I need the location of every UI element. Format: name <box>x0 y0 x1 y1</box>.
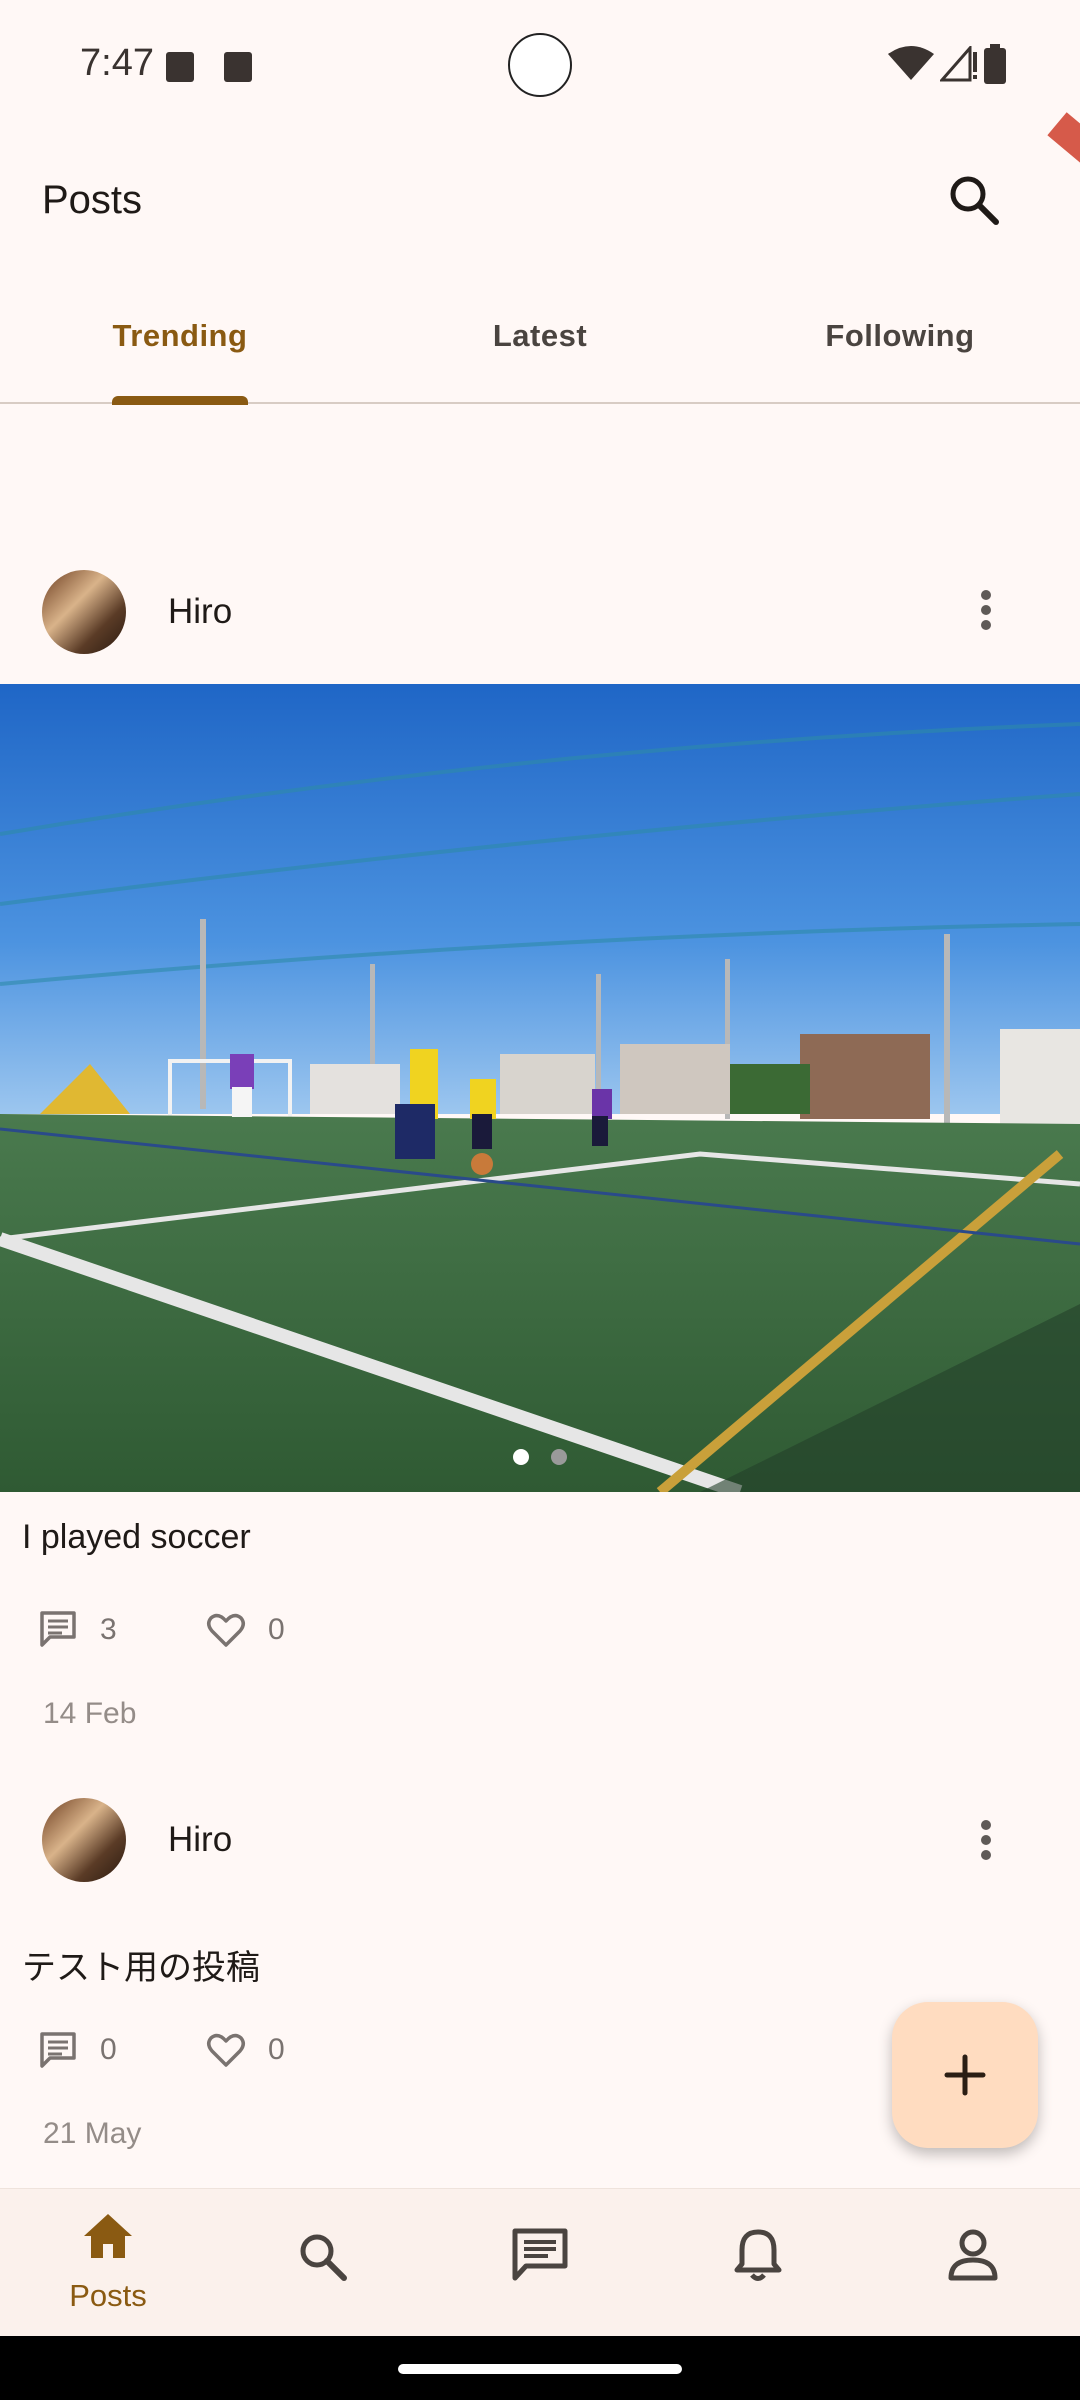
add-icon <box>944 2054 986 2096</box>
wifi-icon <box>888 46 934 80</box>
soccer-field-photo <box>0 684 1080 1492</box>
home-icon[interactable] <box>82 2212 134 2260</box>
post-image[interactable] <box>0 684 1080 1492</box>
avatar[interactable] <box>42 570 126 654</box>
more-options-icon[interactable] <box>966 580 1006 640</box>
like-count: 0 <box>268 2033 285 2066</box>
avatar[interactable] <box>42 1798 126 1882</box>
tab-trending[interactable]: Trending <box>0 318 360 354</box>
camera-cutout <box>508 33 572 97</box>
tab-indicator <box>112 396 248 405</box>
notification-a-icon <box>166 52 194 82</box>
tab-following[interactable]: Following <box>720 318 1080 354</box>
heart-icon[interactable] <box>206 1610 246 1650</box>
post-date: 14 Feb <box>43 1697 137 1730</box>
home-gesture-handle[interactable] <box>398 2364 682 2374</box>
carousel-dot-active <box>513 1449 529 1465</box>
status-time: 7:47 <box>80 42 154 84</box>
post-date: 21 May <box>43 2117 142 2150</box>
cell-signal-icon <box>940 46 977 82</box>
create-post-button[interactable] <box>892 2002 1038 2148</box>
more-options-icon[interactable] <box>966 1810 1006 1870</box>
carousel-dot <box>551 1449 567 1465</box>
status-bar: 7:47 <box>0 0 1080 130</box>
comment-count: 3 <box>100 1613 117 1646</box>
post-caption: I played soccer <box>22 1518 251 1556</box>
battery-icon <box>984 44 1006 84</box>
search-icon[interactable] <box>944 170 1006 232</box>
nav-label-posts[interactable]: Posts <box>38 2278 178 2314</box>
sd-card-icon <box>224 52 252 82</box>
comment-icon[interactable] <box>38 2030 78 2070</box>
tab-latest[interactable]: Latest <box>360 318 720 354</box>
chat-icon[interactable] <box>512 2228 568 2282</box>
person-icon[interactable] <box>948 2228 998 2282</box>
post-caption: テスト用の投稿 <box>22 1949 260 1987</box>
heart-icon[interactable] <box>206 2030 246 2070</box>
post-author[interactable]: Hiro <box>168 1820 232 1860</box>
page-title: Posts <box>42 178 143 222</box>
post-author[interactable]: Hiro <box>168 592 232 632</box>
search-icon[interactable] <box>296 2230 350 2284</box>
comment-icon[interactable] <box>38 1609 78 1649</box>
comment-count: 0 <box>100 2033 117 2066</box>
like-count: 0 <box>268 1613 285 1646</box>
bell-icon[interactable] <box>734 2226 782 2284</box>
